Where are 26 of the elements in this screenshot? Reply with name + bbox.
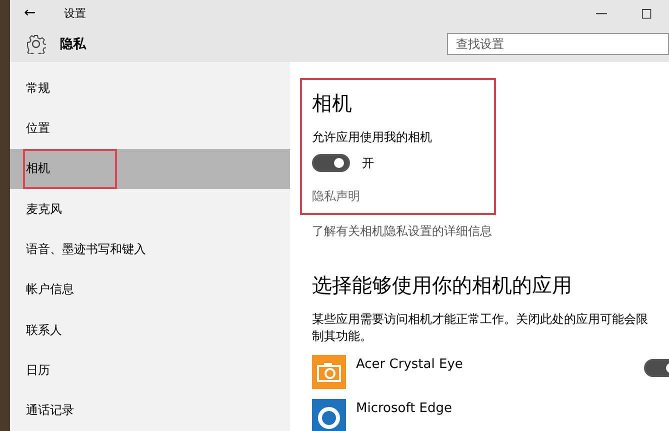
sidebar-item[interactable]: 麦克风 [10, 188, 290, 230]
sidebar-item[interactable]: 位置 [10, 108, 290, 149]
search-field[interactable]: 查找设置 [447, 33, 669, 55]
window-title: 设置 [64, 6, 87, 20]
sidebar-item[interactable]: 通话记录 [10, 390, 290, 431]
page-title: 隐私 [60, 36, 88, 53]
sidebar-item[interactable]: 帐户信息 [10, 270, 290, 310]
toggle-label: 允许应用使用我的相机 [312, 129, 433, 146]
maximize-button[interactable]: □ [624, 6, 669, 20]
sidebar-item[interactable]: 常规 [10, 68, 290, 108]
toggle-switch[interactable] [312, 154, 350, 172]
back-button[interactable]: ← [24, 5, 64, 21]
description-text: 某些应用需要访问相机才能正常工作。关闭此处的应用可能会限制其功能。 [312, 311, 649, 345]
settings-icon [26, 34, 46, 54]
toggle-state: 开 [362, 154, 374, 172]
section-heading: 选择能够使用你的相机的应用 [312, 272, 573, 299]
app-name: Microsoft Edge [356, 400, 454, 416]
privacy-link[interactable]: 隐私声明 [312, 188, 484, 205]
section-title: 相机 [312, 90, 353, 117]
minimize-button[interactable]: — [579, 6, 624, 20]
info-link[interactable]: 了解有关相机隐私设置的详细信息 [312, 223, 669, 240]
sidebar-item[interactable]: 语音、墨迹书写和键入 [10, 229, 290, 270]
sidebar-item[interactable]: 相机 [10, 148, 290, 189]
sidebar-item[interactable]: 联系人 [10, 310, 290, 350]
sidebar-item[interactable]: 日历 [10, 350, 290, 391]
app-name: Acer Crystal Eye [356, 356, 464, 372]
